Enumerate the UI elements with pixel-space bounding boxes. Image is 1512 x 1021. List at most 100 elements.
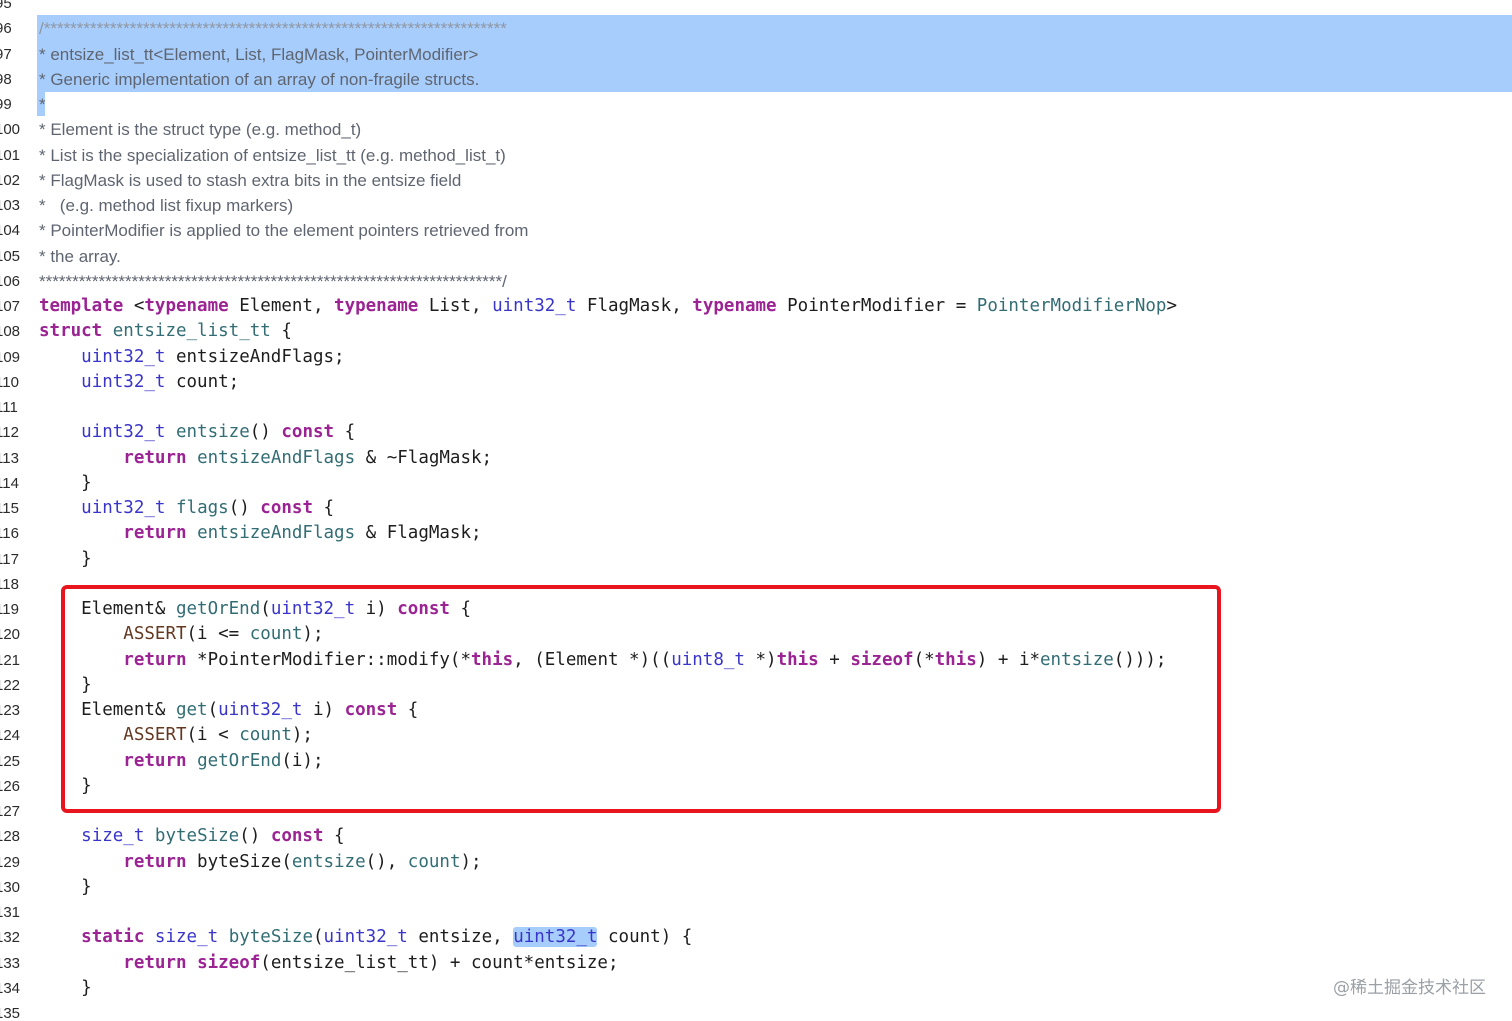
code-token: size_t bbox=[154, 927, 219, 948]
code-token: struct bbox=[39, 321, 103, 342]
line-text: uint32_t entsizeAndFlags; bbox=[39, 345, 345, 370]
code-token: (), bbox=[365, 851, 408, 872]
line-number: 131 bbox=[0, 904, 21, 921]
code-token: entsize, bbox=[407, 927, 514, 948]
code-line[interactable]: 106 *************************************… bbox=[0, 269, 1512, 294]
code-token: size_t bbox=[81, 826, 145, 847]
code-line[interactable]: 113 return entsizeAndFlags & ~FlagMask; bbox=[0, 446, 1512, 471]
code-token: uint32_t bbox=[81, 346, 166, 367]
line-number: 124 bbox=[0, 727, 21, 745]
code-token: count) { bbox=[597, 927, 693, 948]
line-number: 103 bbox=[0, 197, 21, 214]
code-line[interactable]: 130 } bbox=[0, 875, 1512, 900]
code-line[interactable]: 132 static size_t byteSize(uint32_t ents… bbox=[0, 925, 1512, 950]
code-line[interactable]: 112 uint32_t entsize() const { bbox=[0, 420, 1512, 445]
code-line[interactable]: 104 * PointerModifier is applied to the e… bbox=[0, 218, 1512, 243]
code-token: count bbox=[407, 851, 461, 872]
code-token: typename bbox=[144, 296, 229, 316]
line-number: 135 bbox=[0, 1005, 21, 1021]
code-line[interactable]: 110 uint32_t count; bbox=[0, 370, 1512, 395]
code-token: const bbox=[270, 826, 324, 847]
code-token: flags bbox=[176, 498, 229, 518]
code-token: } bbox=[39, 977, 92, 998]
line-number: 126 bbox=[0, 777, 21, 795]
code-token: < bbox=[123, 296, 145, 316]
line-text: * Element is the struct type (e.g. metho… bbox=[39, 120, 362, 140]
code-line[interactable]: 134 } bbox=[0, 976, 1512, 1001]
code-line[interactable]: 135 bbox=[0, 1001, 1512, 1021]
code-line[interactable]: 95 bbox=[0, 0, 1512, 16]
code-line[interactable]: 133 return sizeof(entsize_list_tt) + cou… bbox=[0, 951, 1512, 976]
code-line[interactable]: 96 /*************************************… bbox=[0, 16, 1512, 41]
code-line[interactable]: 109 uint32_t entsizeAndFlags; bbox=[0, 345, 1512, 370]
code-token: const bbox=[281, 422, 335, 443]
line-number: 101 bbox=[0, 146, 21, 164]
line-number: 116 bbox=[0, 525, 19, 543]
code-line[interactable]: 97 * entsize_list_tt<Element, List, FlagM… bbox=[0, 42, 1512, 67]
code-token: const bbox=[260, 498, 313, 518]
line-number: 122 bbox=[0, 676, 21, 694]
line-text: } bbox=[39, 547, 92, 572]
line-text: return sizeof(entsize_list_tt) + count*e… bbox=[39, 951, 618, 976]
code-line[interactable]: 105 * the array. bbox=[0, 244, 1512, 269]
code-token: typename bbox=[692, 296, 777, 316]
code-line[interactable]: 99 * bbox=[0, 92, 1512, 117]
code-token: entsize bbox=[176, 422, 250, 443]
line-text: template <typename Element, typename Lis… bbox=[39, 294, 1177, 319]
code-line[interactable]: 117 } bbox=[0, 547, 1512, 572]
line-number: 119 bbox=[0, 601, 19, 618]
line-text: size_t byteSize() const { bbox=[39, 824, 344, 849]
code-token: FlagMask, bbox=[576, 296, 693, 316]
code-line[interactable]: 108 struct entsize_list_tt { bbox=[0, 319, 1512, 344]
line-number: 123 bbox=[0, 702, 21, 719]
line-number: 127 bbox=[0, 803, 21, 820]
code-token: { bbox=[270, 321, 292, 342]
code-line[interactable]: 100 * Element is the struct type (e.g. me… bbox=[0, 117, 1512, 142]
code-token: uint32_t bbox=[323, 927, 408, 948]
annotation-highlight-box bbox=[61, 585, 1221, 813]
code-token: ( bbox=[312, 927, 324, 948]
code-token: entsizeAndFlags bbox=[197, 447, 356, 468]
code-line[interactable]: 129 return byteSize(entsize(), count); bbox=[0, 850, 1512, 875]
code-line[interactable]: 116 return entsizeAndFlags & FlagMask; bbox=[0, 521, 1512, 546]
code-token: typename bbox=[334, 296, 419, 316]
line-number: 107 bbox=[0, 298, 21, 315]
code-line[interactable]: 131 bbox=[0, 900, 1512, 925]
line-text: static size_t byteSize(uint32_t entsize,… bbox=[39, 925, 692, 950]
line-number: 129 bbox=[0, 853, 21, 871]
line-number: 108 bbox=[0, 323, 21, 341]
code-line[interactable]: 103 * (e.g. method list fixup markers) bbox=[0, 193, 1512, 218]
line-number: 106 bbox=[0, 272, 21, 290]
line-text: * PointerModifier is applied to the elem… bbox=[39, 221, 529, 241]
code-token: entsizeAndFlags bbox=[197, 523, 356, 544]
code-line[interactable]: 114 } bbox=[0, 471, 1512, 496]
code-token: uint32_t bbox=[81, 371, 166, 392]
line-text: * List is the specialization of entsize_… bbox=[39, 145, 506, 165]
code-line[interactable]: 102 * FlagMask is used to stash extra bit… bbox=[0, 168, 1512, 193]
line-number: 110 bbox=[0, 373, 19, 391]
code-token: } bbox=[39, 472, 92, 493]
code-token: uint32_t bbox=[81, 498, 166, 518]
code-token: Element, bbox=[228, 296, 335, 316]
line-number: 104 bbox=[0, 222, 21, 240]
code-line[interactable]: 128 size_t byteSize() const { bbox=[0, 824, 1512, 849]
line-text: ****************************************… bbox=[39, 271, 507, 291]
code-token: entsizeAndFlags; bbox=[165, 346, 345, 367]
code-line[interactable]: 111 bbox=[0, 395, 1512, 420]
code-token: return bbox=[123, 851, 187, 872]
code-line[interactable]: 107 template <typename Element, typename … bbox=[0, 294, 1512, 319]
code-token: static bbox=[81, 927, 145, 948]
code-line[interactable]: 98 * Generic implementation of an array o… bbox=[0, 67, 1512, 92]
code-line[interactable]: 101 * List is the specialization of entsi… bbox=[0, 143, 1512, 168]
line-text: uint32_t entsize() const { bbox=[39, 420, 355, 445]
code-editor[interactable]: 95 96 /***********************************… bbox=[0, 0, 1512, 1021]
line-number: 97 bbox=[0, 45, 12, 63]
code-line[interactable]: 115 uint32_t flags() const { bbox=[0, 496, 1512, 521]
